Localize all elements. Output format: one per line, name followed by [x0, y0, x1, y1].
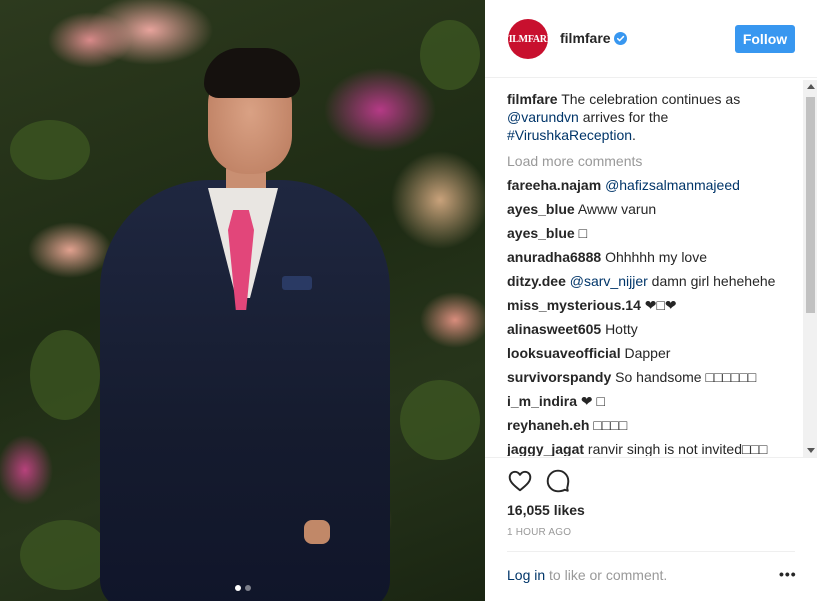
post-header: FILMFARE filmfare Follow [485, 0, 817, 78]
post-caption: filmfare The celebration continues as @v… [507, 91, 741, 143]
comment-username[interactable]: survivorspandy [507, 369, 611, 385]
comments-scrollbar[interactable] [803, 80, 817, 458]
comment-row: ditzy.dee @sarv_nijjer damn girl heheheh… [507, 272, 797, 296]
comment-text: ❤□❤ [644, 297, 677, 313]
post-photo[interactable] [0, 0, 485, 601]
verified-badge-icon [614, 32, 627, 45]
comment-row: i_m_indira ❤ □ [507, 392, 797, 416]
comment-username[interactable]: reyhaneh.eh [507, 417, 589, 433]
pocket-square [282, 276, 312, 290]
comment-row: survivorspandy So handsome □□□□□□ [507, 368, 797, 392]
avatar[interactable]: FILMFARE [503, 19, 553, 59]
comment-icon[interactable] [545, 468, 571, 494]
carousel-dot-2[interactable] [244, 585, 251, 591]
caption-username[interactable]: filmfare [507, 91, 558, 107]
comment-username[interactable]: jaggy_jagat [507, 441, 584, 456]
login-prompt: Log in to like or comment. [507, 567, 668, 583]
comments-list[interactable]: filmfare The celebration continues as @v… [507, 90, 797, 456]
comment-text: So handsome □□□□□□ [615, 369, 757, 385]
scroll-up-arrow-icon[interactable] [807, 84, 815, 89]
comment-username[interactable]: i_m_indira [507, 393, 577, 409]
comment-username[interactable]: miss_mysterious.14 [507, 297, 641, 313]
carousel-indicator [0, 578, 485, 596]
comment-username[interactable]: ayes_blue [507, 201, 575, 217]
post-timestamp[interactable]: 1 HOUR AGO [507, 527, 571, 538]
follow-button[interactable]: Follow [735, 25, 795, 53]
login-link[interactable]: Log in [507, 567, 545, 583]
heart-icon[interactable] [507, 468, 533, 494]
comment-text: ranvir singh is not invited□□□ [587, 441, 768, 456]
comment-mention[interactable]: @hafizsalmanmajeed [605, 177, 740, 193]
comment-text: □□□□ [593, 417, 628, 433]
comment-text: damn girl hehehehe [647, 273, 776, 289]
comment-username[interactable]: alinasweet605 [507, 321, 601, 337]
comment-username[interactable]: looksuaveofficial [507, 345, 621, 361]
comment-row: miss_mysterious.14 ❤□❤ [507, 296, 797, 320]
comment-row: ayes_blue Awww varun [507, 200, 797, 224]
carousel-dot-1[interactable] [234, 585, 241, 591]
comment-username[interactable]: ditzy.dee [507, 273, 566, 289]
post-side-panel: FILMFARE filmfare Follow filmfare The ce… [485, 0, 817, 601]
scroll-down-arrow-icon[interactable] [807, 448, 815, 453]
comment-text: Dapper [624, 345, 671, 361]
comment-text: Awww varun [577, 201, 657, 217]
likes-count[interactable]: 16,055 likes [507, 502, 585, 518]
more-options-button[interactable]: ••• [779, 566, 797, 582]
comment-row: fareeha.najam @hafizsalmanmajeed [507, 176, 797, 200]
load-more-comments-button[interactable]: Load more comments [507, 152, 797, 170]
caption-mention[interactable]: @varundvn [507, 109, 579, 125]
comment-row: anuradha6888 Ohhhhh my love [507, 248, 797, 272]
comment-row: looksuaveofficial Dapper [507, 344, 797, 368]
comment-row: alinasweet605 Hotty [507, 320, 797, 344]
caption-hashtag[interactable]: #VirushkaReception [507, 127, 632, 143]
comment-row: jaggy_jagat ranvir singh is not invited□… [507, 440, 797, 456]
scroll-thumb[interactable] [806, 97, 815, 313]
comment-text: □ [578, 225, 588, 241]
username-link[interactable]: filmfare [560, 30, 611, 46]
comment-username[interactable]: fareeha.najam [507, 177, 601, 193]
comment-row: ayes_blue □ [507, 224, 797, 248]
comment-mention[interactable]: @sarv_nijjer [570, 273, 648, 289]
comment-text: Hotty [605, 321, 638, 337]
comment-text: Ohhhhh my love [605, 249, 708, 265]
comment-username[interactable]: ayes_blue [507, 225, 575, 241]
comment-text: ❤ □ [580, 393, 605, 409]
comment-username[interactable]: anuradha6888 [507, 249, 601, 265]
comment-row: reyhaneh.eh □□□□ [507, 416, 797, 440]
